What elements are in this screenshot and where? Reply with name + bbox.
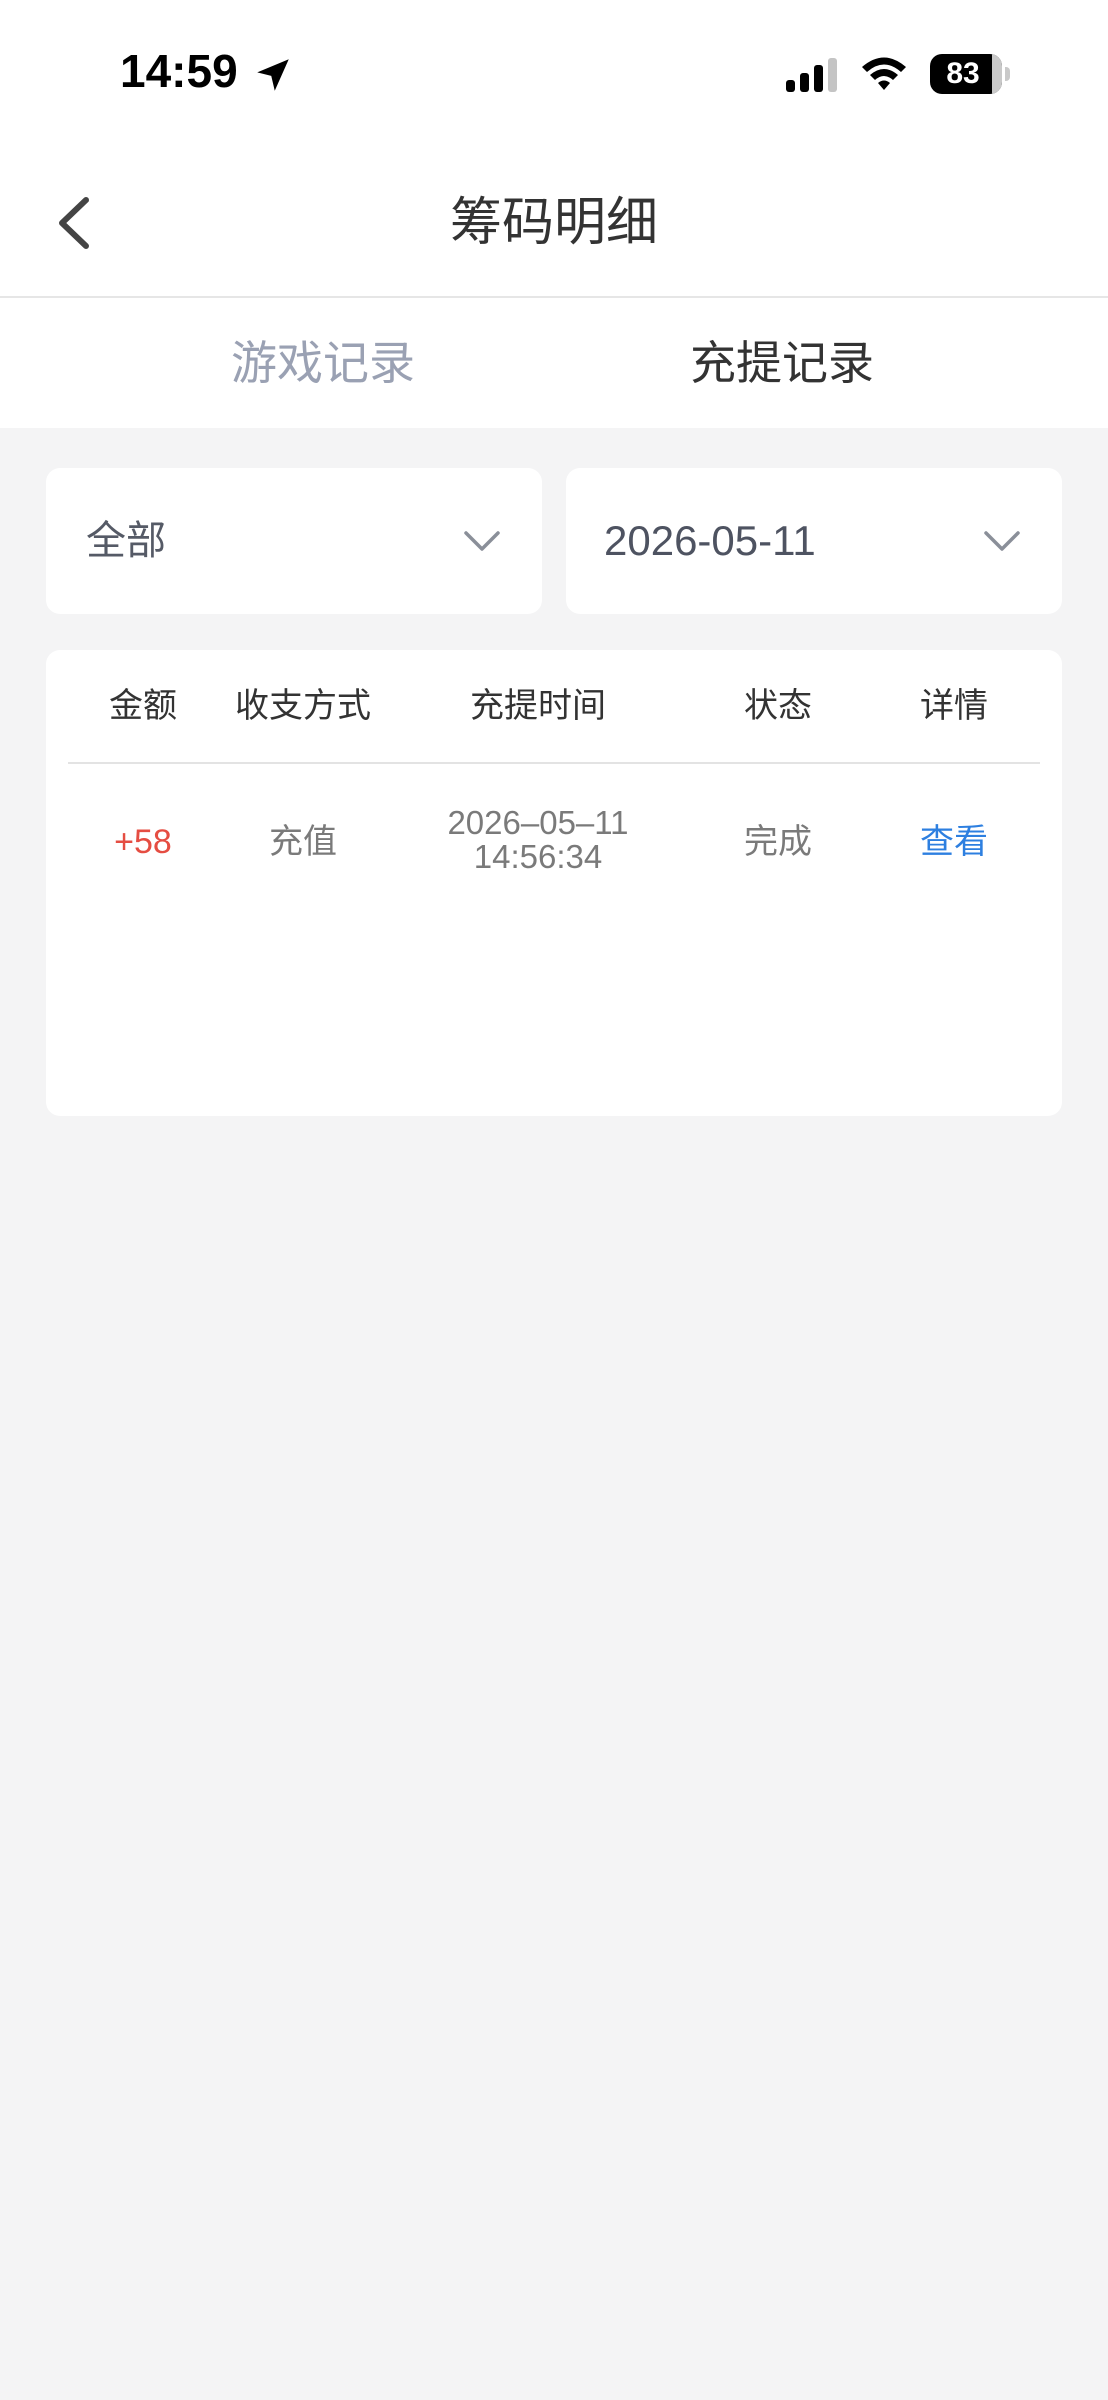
records-table: 金额 收支方式 充提时间 状态 详情 +58 充值 2026–05–11 14:… — [46, 650, 1062, 1116]
battery-icon: 83 — [930, 54, 1010, 94]
header-status: 状态 — [744, 686, 812, 726]
header-detail: 详情 — [920, 686, 988, 726]
header-time: 充提时间 — [470, 686, 606, 726]
tab-game-records[interactable]: 游戏记录 — [123, 298, 523, 428]
header-amount: 金额 — [109, 686, 177, 726]
tab-bar: 游戏记录 充提记录 — [0, 298, 1108, 428]
page-title: 筹码明细 — [449, 193, 658, 253]
cellular-signal-icon — [786, 58, 837, 92]
status-time: 14:59 — [120, 45, 238, 97]
view-detail-link[interactable]: 查看 — [868, 764, 1040, 920]
row-amount: +58 — [114, 823, 172, 861]
chevron-down-icon — [464, 531, 500, 551]
back-arrow-icon — [59, 197, 89, 249]
table-row: +58 充值 2026–05–11 14:56:34 完成 查看 — [68, 764, 1040, 920]
date-filter-value: 2026-05-11 — [604, 517, 816, 564]
type-filter-value: 全部 — [86, 518, 166, 564]
battery-level: 83 — [946, 57, 980, 90]
row-method: 充值 — [269, 822, 337, 862]
row-time: 2026–05–11 14:56:34 — [388, 764, 688, 920]
date-filter-dropdown[interactable]: 2026-05-11 — [566, 468, 1062, 614]
row-time-date: 2026–05–11 — [447, 804, 629, 841]
table-header: 金额 收支方式 充提时间 状态 详情 — [68, 650, 1040, 764]
header-method: 收支方式 — [235, 686, 371, 726]
row-status: 完成 — [744, 822, 812, 862]
row-time-clock: 14:56:34 — [473, 838, 603, 875]
status-bar: 14:59 83 — [0, 0, 1108, 150]
nav-bar: 筹码明细 — [0, 150, 1108, 298]
chevron-down-icon — [984, 531, 1020, 551]
type-filter-dropdown[interactable]: 全部 — [46, 468, 542, 614]
wifi-icon — [862, 57, 906, 90]
back-button[interactable] — [40, 188, 110, 258]
tab-recharge-records[interactable]: 充提记录 — [582, 298, 982, 428]
location-arrow-icon — [257, 59, 289, 91]
